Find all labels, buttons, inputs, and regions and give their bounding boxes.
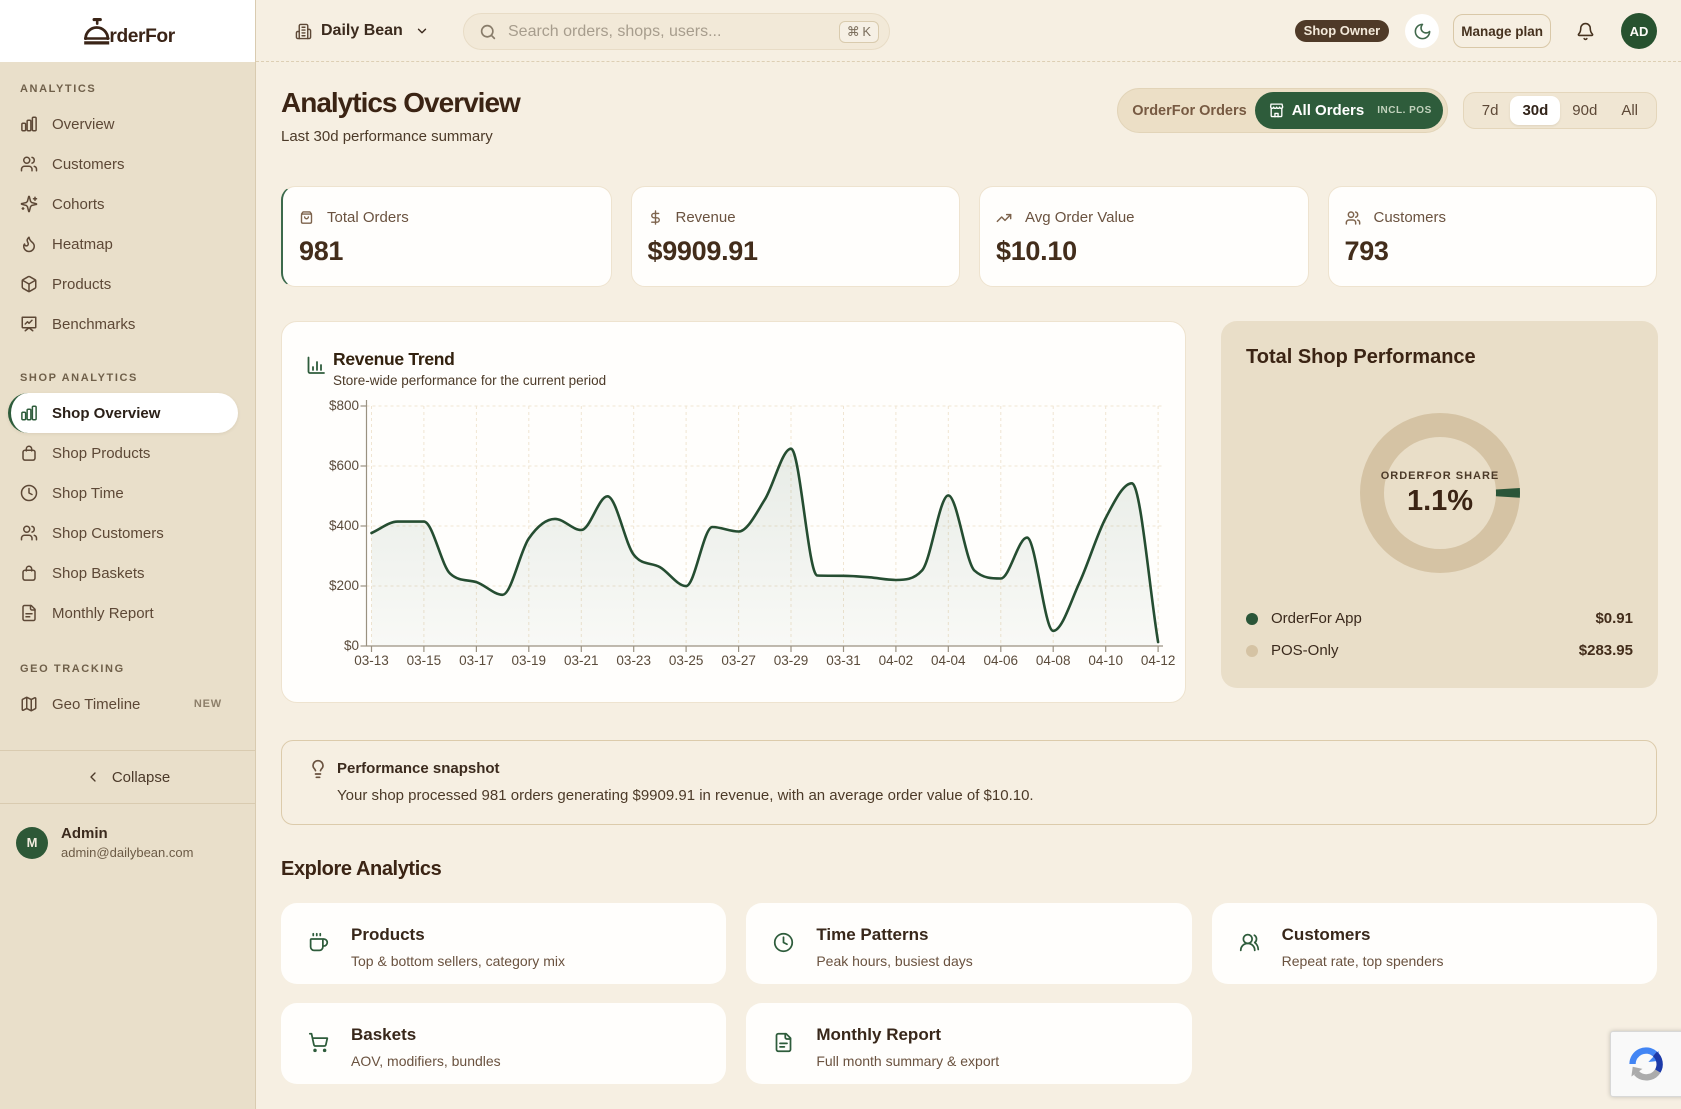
svg-text:$600: $600 <box>329 458 359 473</box>
svg-text:04-10: 04-10 <box>1088 653 1123 668</box>
svg-text:04-08: 04-08 <box>1036 653 1071 668</box>
svg-text:03-13: 03-13 <box>354 653 389 668</box>
svg-text:$800: $800 <box>329 398 359 413</box>
svg-text:04-06: 04-06 <box>984 653 1019 668</box>
svg-text:ORDERFOR SHARE: ORDERFOR SHARE <box>1381 470 1500 482</box>
svg-text:$400: $400 <box>329 518 359 533</box>
svg-text:03-17: 03-17 <box>459 653 494 668</box>
svg-text:Store-wide performance for the: Store-wide performance for the current p… <box>333 373 606 388</box>
svg-text:$200: $200 <box>329 578 359 593</box>
svg-text:03-21: 03-21 <box>564 653 599 668</box>
svg-text:04-02: 04-02 <box>879 653 914 668</box>
svg-text:03-19: 03-19 <box>512 653 547 668</box>
svg-text:04-12: 04-12 <box>1141 653 1176 668</box>
svg-text:03-23: 03-23 <box>616 653 651 668</box>
svg-text:03-27: 03-27 <box>721 653 756 668</box>
svg-text:03-15: 03-15 <box>407 653 442 668</box>
svg-text:03-29: 03-29 <box>774 653 809 668</box>
svg-text:rderFor: rderFor <box>109 25 175 44</box>
svg-text:03-31: 03-31 <box>826 653 861 668</box>
svg-text:Revenue Trend: Revenue Trend <box>333 349 455 369</box>
svg-text:03-25: 03-25 <box>669 653 704 668</box>
svg-text:1.1%: 1.1% <box>1407 485 1473 517</box>
svg-text:04-04: 04-04 <box>931 653 966 668</box>
svg-text:$0: $0 <box>344 638 359 653</box>
